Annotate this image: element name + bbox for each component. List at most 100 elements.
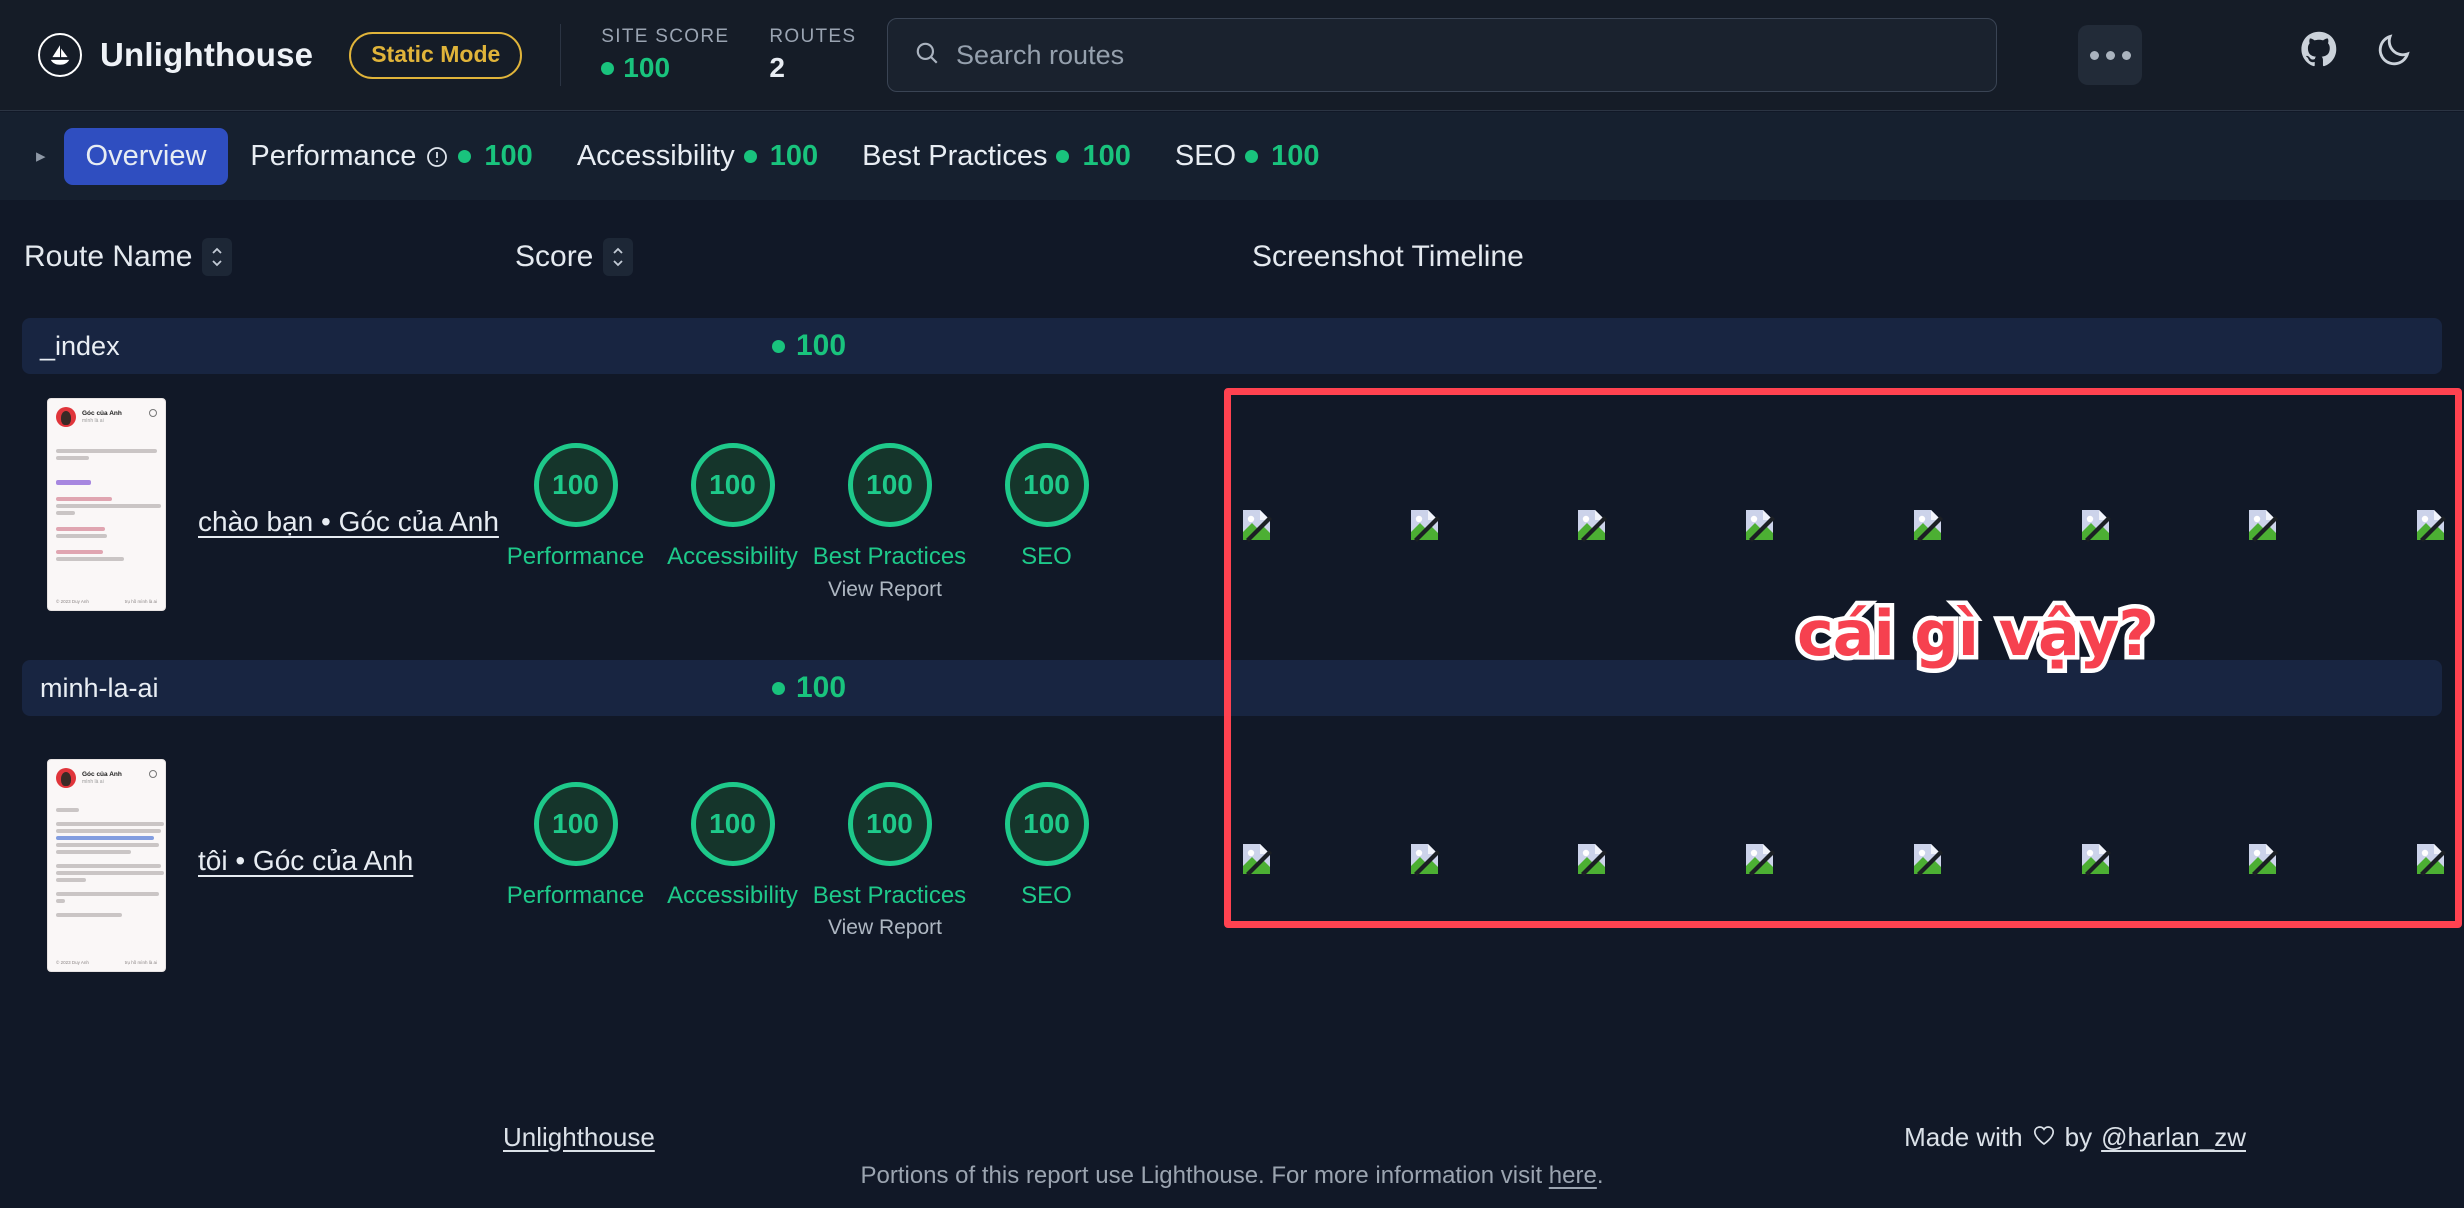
made-with-prefix: Made with bbox=[1904, 1122, 2023, 1153]
thumb-foot-links: trụ hồ mình là ai bbox=[125, 960, 157, 965]
status-dot bbox=[1245, 150, 1258, 163]
gauge-performance[interactable]: 100 Performance bbox=[497, 782, 654, 910]
site-score-value: 100 bbox=[601, 52, 729, 84]
warning-icon bbox=[425, 144, 449, 168]
static-mode-badge: Static Mode bbox=[349, 32, 522, 79]
broken-image-icon bbox=[2414, 508, 2448, 542]
route-link[interactable]: chào bạn • Góc của Anh bbox=[198, 506, 499, 538]
screenshot-timeline bbox=[1240, 842, 2448, 876]
tab-best-practices-label: Best Practices bbox=[862, 140, 1047, 173]
gauge-accessibility-label: Accessibility bbox=[654, 543, 811, 571]
column-screenshot-timeline: Screenshot Timeline bbox=[1252, 240, 1524, 274]
dot-1 bbox=[2090, 51, 2099, 60]
group-score-value: 100 bbox=[796, 329, 846, 363]
gauge-best-practices-label: Best Practices bbox=[811, 543, 968, 571]
gauge-seo[interactable]: 100 SEO bbox=[968, 443, 1125, 571]
column-score-label: Score bbox=[515, 240, 593, 274]
thumb-site-title: Góc của Anh bbox=[82, 771, 122, 778]
view-report-link[interactable]: View Report bbox=[810, 916, 960, 940]
tab-list: Overview Performance 100 Accessibility 1… bbox=[64, 128, 1342, 185]
thumb-search-icon bbox=[149, 409, 157, 417]
broken-image-icon bbox=[2079, 842, 2113, 876]
site-score-stat: SITE SCORE 100 bbox=[601, 26, 729, 84]
thumb-search-icon bbox=[149, 770, 157, 778]
broken-image-icon bbox=[1408, 842, 1442, 876]
tab-overview[interactable]: Overview bbox=[64, 128, 229, 185]
broken-image-icon bbox=[2079, 508, 2113, 542]
portions-suffix: . bbox=[1597, 1162, 1604, 1189]
footer-brand-link[interactable]: Unlighthouse bbox=[503, 1122, 655, 1153]
portions-here-link[interactable]: here bbox=[1549, 1162, 1597, 1189]
search-box[interactable] bbox=[887, 18, 1997, 92]
broken-image-icon bbox=[1911, 508, 1945, 542]
view-report-link[interactable]: View Report bbox=[810, 578, 960, 602]
routes-value: 2 bbox=[769, 52, 856, 84]
gauge-accessibility[interactable]: 100 Accessibility bbox=[654, 782, 811, 910]
score-gauges: 100 Performance 100 Accessibility 100 Be… bbox=[497, 443, 1125, 571]
broken-image-icon bbox=[1911, 842, 1945, 876]
sort-route-name-button[interactable] bbox=[202, 238, 232, 276]
gauge-best-practices[interactable]: 100 Best Practices bbox=[811, 443, 968, 571]
tab-best-practices-score: 100 bbox=[1082, 140, 1130, 173]
group-score: 100 bbox=[772, 671, 846, 705]
gauge-seo-value: 100 bbox=[1005, 782, 1089, 866]
route-thumbnail[interactable]: Góc của Anh mình là ai bbox=[47, 398, 166, 611]
tab-best-practices[interactable]: Best Practices 100 bbox=[840, 128, 1153, 185]
chevron-right-icon[interactable]: ▸ bbox=[36, 147, 46, 166]
gauge-accessibility-value: 100 bbox=[691, 443, 775, 527]
tab-accessibility[interactable]: Accessibility 100 bbox=[555, 128, 840, 185]
broken-image-icon bbox=[1743, 508, 1777, 542]
heart-icon bbox=[2032, 1122, 2056, 1153]
broken-image-icon bbox=[1575, 842, 1609, 876]
broken-image-icon bbox=[1743, 842, 1777, 876]
tab-performance[interactable]: Performance 100 bbox=[228, 128, 554, 185]
broken-image-icon bbox=[1240, 508, 1274, 542]
broken-image-icon bbox=[2246, 842, 2280, 876]
gauge-performance-label: Performance bbox=[497, 882, 654, 910]
thumb-site-sub: mình là ai bbox=[82, 779, 122, 785]
gauge-seo-label: SEO bbox=[968, 882, 1125, 910]
gauge-accessibility-label: Accessibility bbox=[654, 882, 811, 910]
sort-score-button[interactable] bbox=[603, 238, 633, 276]
thumb-site-title: Góc của Anh bbox=[82, 410, 122, 417]
gauge-seo[interactable]: 100 SEO bbox=[968, 782, 1125, 910]
status-dot bbox=[772, 682, 785, 695]
group-row-index[interactable]: _index 100 bbox=[22, 318, 2442, 374]
thumb-foot-links: trụ hồ mình là ai bbox=[125, 599, 157, 604]
thumb-copyright: © 2023 Duy Anh bbox=[56, 599, 89, 604]
dot-2 bbox=[2106, 51, 2115, 60]
group-name: minh-la-ai bbox=[40, 673, 159, 704]
header-divider bbox=[560, 24, 561, 86]
table-row: Góc của Anh mình là ai bbox=[0, 722, 2464, 982]
tab-accessibility-label: Accessibility bbox=[577, 140, 735, 173]
gauge-best-practices-value: 100 bbox=[848, 782, 932, 866]
route-thumbnail[interactable]: Góc của Anh mình là ai bbox=[47, 759, 166, 972]
status-dot bbox=[1056, 150, 1069, 163]
search-input[interactable] bbox=[956, 40, 1970, 71]
moon-icon[interactable] bbox=[2375, 31, 2413, 72]
gauge-accessibility-value: 100 bbox=[691, 782, 775, 866]
author-link[interactable]: @harlan_zw bbox=[2101, 1122, 2246, 1153]
gauge-performance-value: 100 bbox=[534, 443, 618, 527]
more-options-button[interactable] bbox=[2078, 25, 2142, 85]
thumb-site-sub: mình là ai bbox=[82, 418, 122, 424]
screenshot-timeline bbox=[1240, 508, 2448, 542]
github-icon[interactable] bbox=[2300, 31, 2338, 72]
gauge-accessibility[interactable]: 100 Accessibility bbox=[654, 443, 811, 571]
avatar bbox=[56, 407, 76, 427]
broken-image-icon bbox=[2246, 508, 2280, 542]
gauge-seo-label: SEO bbox=[968, 543, 1125, 571]
gauge-performance[interactable]: 100 Performance bbox=[497, 443, 654, 571]
status-dot bbox=[458, 150, 471, 163]
route-link[interactable]: tôi • Góc của Anh bbox=[198, 845, 413, 877]
app-header: Unlighthouse Static Mode SITE SCORE 100 … bbox=[0, 0, 2464, 111]
site-score-number: 100 bbox=[623, 52, 670, 84]
tab-seo[interactable]: SEO 100 bbox=[1153, 128, 1342, 185]
group-score: 100 bbox=[772, 329, 846, 363]
status-dot bbox=[772, 340, 785, 353]
tab-seo-score: 100 bbox=[1271, 140, 1319, 173]
gauge-best-practices[interactable]: 100 Best Practices bbox=[811, 782, 968, 910]
annotation-text: cái gì vậy? bbox=[1797, 597, 2153, 670]
made-with-by: by bbox=[2065, 1122, 2092, 1153]
gauge-best-practices-value: 100 bbox=[848, 443, 932, 527]
